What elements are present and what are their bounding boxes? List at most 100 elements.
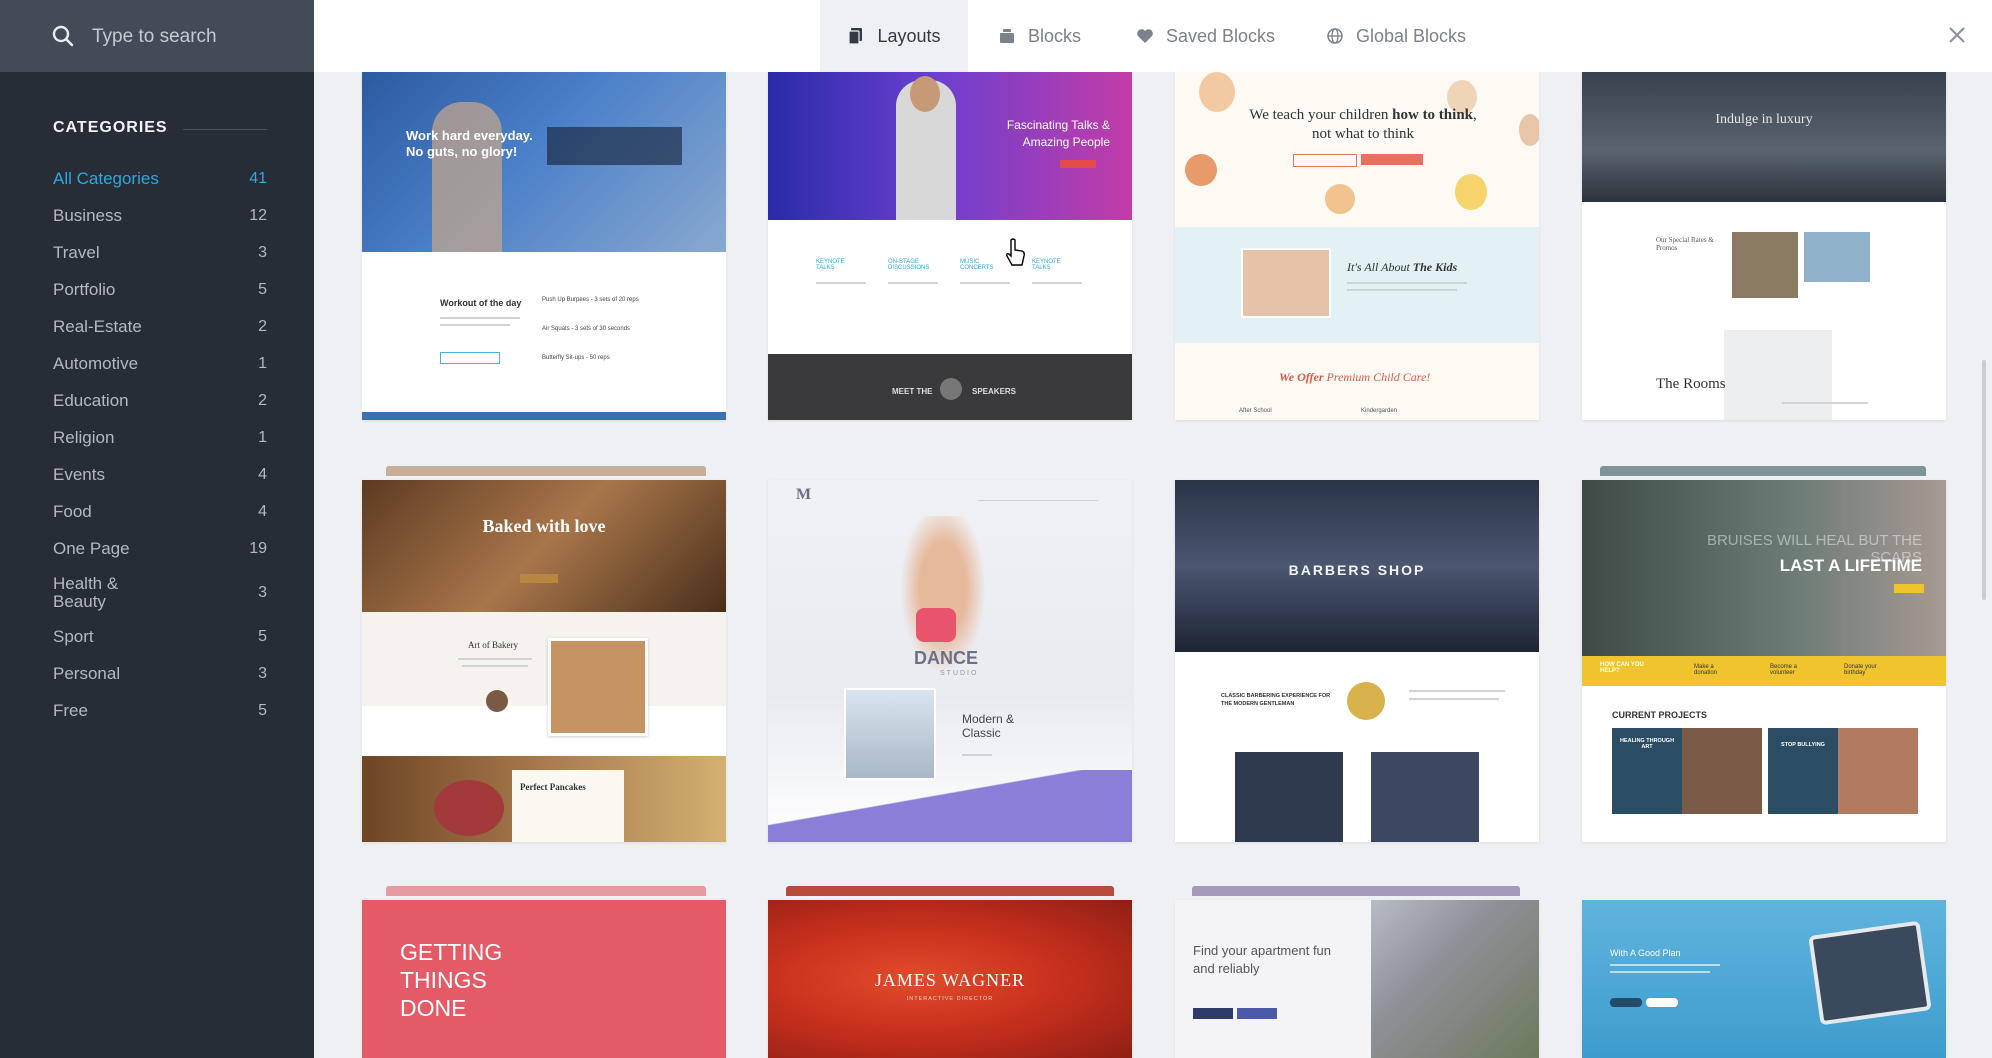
apartment-building-image xyxy=(1371,900,1539,1058)
speaker-avatar xyxy=(940,378,962,400)
tab-label: Layouts xyxy=(877,25,941,46)
fitness-hero-text: Work hard everyday. No guts, no glory! xyxy=(406,128,533,159)
category-travel[interactable]: Travel 3 xyxy=(53,234,267,271)
categories-header: CATEGORIES xyxy=(53,119,168,136)
layout-card-good-plan[interactable]: With A Good Plan xyxy=(1582,900,1946,1058)
barbers-tagline: CLASSIC BARBERING EXPERIENCE FOR THE MOD… xyxy=(1221,693,1331,707)
fitness-item-3: Butterfly Sit-ups - 50 reps xyxy=(542,355,610,361)
luxury-photo-1 xyxy=(1732,232,1798,298)
luxury-special-text: Our Special Rates & Promos xyxy=(1656,236,1714,252)
category-all-categories[interactable]: All Categories 41 xyxy=(53,160,267,197)
kids-offer-title: We Offer Premium Child Care! xyxy=(1279,370,1431,384)
category-portfolio[interactable]: Portfolio 5 xyxy=(53,271,267,308)
good-plan-text: With A Good Plan xyxy=(1610,948,1681,958)
layout-card-fitness[interactable]: Work hard everyday. No guts, no glory! W… xyxy=(362,72,726,420)
close-icon xyxy=(1949,27,1965,43)
fitness-item-1: Push Up Burpees - 3 sets of 20 reps xyxy=(542,297,639,303)
fitness-section-title: Workout of the day xyxy=(440,298,522,308)
layout-card-barbers[interactable]: BARBERS SHOP CLASSIC BARBERING EXPERIENC… xyxy=(1175,480,1539,842)
feature-1: KEYNOTE TALKS xyxy=(816,259,845,271)
layout-card-bakery[interactable]: Baked with love Art of Bakery Perfect Pa… xyxy=(362,480,726,842)
blocks-icon xyxy=(1000,29,1014,43)
luxury-hero-text: Indulge in luxury xyxy=(1715,112,1813,127)
barbers-hero-text: BARBERS SHOP xyxy=(1288,562,1426,578)
fitness-hero-box xyxy=(547,127,682,165)
layout-card-apartment[interactable]: Find your apartment fun and reliably xyxy=(1175,900,1539,1058)
bakery-hero-image xyxy=(362,480,726,612)
bakery-art-title: Art of Bakery xyxy=(468,640,518,650)
top-bar: Layouts Blocks Saved Blocks Global Block… xyxy=(314,0,1992,72)
categories-divider xyxy=(183,129,267,130)
layout-card-kids[interactable]: We teach your children how to think, not… xyxy=(1175,72,1539,420)
layout-card-charity[interactable]: BRUISES WILL HEAL BUT THE SCARS LAST A L… xyxy=(1582,480,1946,842)
barbers-photo-1 xyxy=(1235,752,1343,842)
bakery-pancakes-title: Perfect Pancakes xyxy=(520,782,586,792)
tab-label: Global Blocks xyxy=(1356,25,1467,46)
category-free[interactable]: Free 5 xyxy=(53,692,267,729)
dance-couple-photo xyxy=(844,688,936,780)
scrollbar-thumb[interactable] xyxy=(1982,360,1986,600)
speakers-hero-text: Fascinating Talks & Amazing People xyxy=(1006,118,1110,149)
close-button[interactable] xyxy=(1940,18,1974,52)
feature-3: MUSIC CONCERTS xyxy=(960,259,994,271)
category-personal[interactable]: Personal 3 xyxy=(53,655,267,692)
category-one-page[interactable]: One Page 19 xyxy=(53,530,267,567)
luxury-photo-2 xyxy=(1804,232,1870,282)
kids-about-section xyxy=(1175,227,1539,343)
dance-title: DANCE xyxy=(914,648,979,668)
layout-card-speakers[interactable]: Fascinating Talks & Amazing People KEYNO… xyxy=(768,72,1132,420)
category-food[interactable]: Food 4 xyxy=(53,493,267,530)
category-automotive[interactable]: Automotive 1 xyxy=(53,345,267,382)
layouts-icon xyxy=(848,28,863,45)
kids-about-title: It's All About The Kids xyxy=(1347,260,1458,274)
feature-4: KEYNOTE TALKS xyxy=(1032,259,1061,271)
charity-projects-title: CURRENT PROJECTS xyxy=(1612,710,1708,720)
barbers-badge xyxy=(1347,682,1385,720)
tab-layouts[interactable]: Layouts xyxy=(820,0,968,72)
category-sport[interactable]: Sport 5 xyxy=(53,618,267,655)
tab-blocks[interactable]: Blocks xyxy=(998,0,1081,72)
apartment-text: Find your apartment fun and reliably xyxy=(1193,943,1332,976)
category-business[interactable]: Business 12 xyxy=(53,197,267,234)
category-religion[interactable]: Religion 1 xyxy=(53,419,267,456)
barbers-photo-2 xyxy=(1371,752,1479,842)
category-health-beauty[interactable]: Health & Beauty 3 xyxy=(53,567,267,618)
search-bar xyxy=(0,0,314,72)
fitness-cta xyxy=(440,352,500,364)
athlete-figure xyxy=(432,102,502,252)
charity-hero-text-b: LAST A LIFETIME xyxy=(1779,556,1922,575)
wagner-name: JAMES WAGNER xyxy=(874,970,1026,990)
layout-card-luxury[interactable]: Indulge in luxury Our Special Rates & Pr… xyxy=(1582,72,1946,420)
tablet-image xyxy=(1808,920,1932,1026)
feature-2: ON-STAGE DISCUSSIONS xyxy=(888,259,930,271)
dance-modern-text: Modern & Classic xyxy=(962,712,1015,740)
fitness-item-2: Air Squats - 3 sets of 30 seconds xyxy=(542,326,631,332)
heart-icon xyxy=(1137,29,1153,43)
category-education[interactable]: Education 2 xyxy=(53,382,267,419)
search-icon xyxy=(52,25,74,47)
tab-saved-blocks[interactable]: Saved Blocks xyxy=(1136,0,1275,72)
layout-card-james-wagner[interactable]: JAMES WAGNER INTERACTIVE DIRECTOR xyxy=(768,900,1132,1058)
category-real-estate[interactable]: Real-Estate 2 xyxy=(53,308,267,345)
globe-icon xyxy=(1327,28,1343,44)
kids-hero-text: We teach your children how to think, not… xyxy=(1249,107,1477,142)
bakery-hero-text: Baked with love xyxy=(482,516,606,536)
getting-things-done-text: GETTING THINGS DONE xyxy=(400,939,503,1021)
dance-logo: M xyxy=(796,486,812,503)
category-list: All Categories 41 Business 12 Travel 3 Port… xyxy=(53,160,267,729)
dancer-figure xyxy=(888,516,998,696)
category-events[interactable]: Events 4 xyxy=(53,456,267,493)
luxury-rooms-title: The Rooms xyxy=(1656,376,1726,392)
tab-label: Blocks xyxy=(1028,25,1082,46)
hand-cursor-icon xyxy=(1006,238,1025,266)
tab-global-blocks[interactable]: Global Blocks xyxy=(1326,0,1466,72)
bakery-photo xyxy=(548,638,648,736)
layout-card-getting-things-done[interactable]: GETTING THINGS DONE xyxy=(362,900,726,1058)
kid-illustration xyxy=(1199,72,1235,112)
baby-photo xyxy=(1241,248,1331,318)
layout-card-dance[interactable]: M DANCE STUDIO Modern & Classic xyxy=(768,480,1132,842)
search-input[interactable] xyxy=(90,22,294,52)
tab-label: Saved Blocks xyxy=(1166,25,1276,46)
luxury-hero-image xyxy=(1582,72,1946,202)
sidebar: CATEGORIES All Categories41 Business12 T… xyxy=(0,0,314,1058)
